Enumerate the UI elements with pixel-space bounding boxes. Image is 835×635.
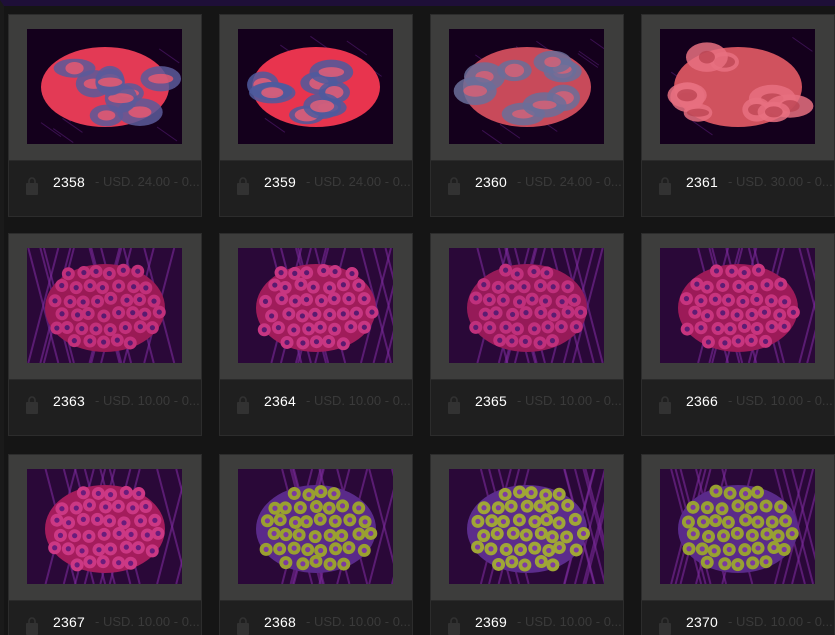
lot-number[interactable]: 2365	[475, 393, 507, 409]
lot-card[interactable]: 2369 - USD. 10.00 - 0...	[430, 454, 624, 635]
lot-number[interactable]: 2363	[53, 393, 85, 409]
lot-card[interactable]: 2359 - USD. 24.00 - 0...	[219, 14, 413, 217]
cart-icon[interactable]	[23, 177, 41, 197]
coral-photo[interactable]	[238, 469, 393, 584]
cart-icon[interactable]	[656, 617, 674, 635]
coral-photo[interactable]	[660, 469, 815, 584]
cart-icon[interactable]	[656, 177, 674, 197]
lot-number[interactable]: 2367	[53, 614, 85, 630]
lot-price: - USD. 10.00 - 0...	[728, 393, 833, 408]
thumbnail-frame	[9, 15, 201, 161]
lot-card[interactable]: 2358 - USD. 24.00 - 0...	[8, 14, 202, 217]
lot-number[interactable]: 2364	[264, 393, 296, 409]
coral-photo[interactable]	[449, 29, 604, 144]
lot-number[interactable]: 2368	[264, 614, 296, 630]
lot-card[interactable]: 2370 - USD. 10.00 - 0...	[641, 454, 835, 635]
lot-card[interactable]: 2367 - USD. 10.00 - 0...	[8, 454, 202, 635]
coral-photo[interactable]	[660, 248, 815, 363]
thumbnail-frame	[9, 234, 201, 380]
lot-price: - USD. 24.00 - 0...	[306, 174, 411, 189]
cart-icon[interactable]	[445, 617, 463, 635]
lot-caption: 2358 - USD. 24.00 - 0...	[9, 161, 201, 216]
cart-icon[interactable]	[23, 617, 41, 635]
thumbnail-frame	[431, 15, 623, 161]
thumbnail-frame	[642, 15, 834, 161]
lot-caption: 2359 - USD. 24.00 - 0...	[220, 161, 412, 216]
cart-icon[interactable]	[234, 617, 252, 635]
lot-card[interactable]: 2360 - USD. 24.00 - 0...	[430, 14, 624, 217]
coral-photo[interactable]	[660, 29, 815, 144]
lot-caption: 2363 - USD. 10.00 - 0...	[9, 380, 201, 435]
lot-caption: 2367 - USD. 10.00 - 0...	[9, 601, 201, 635]
thumbnail-frame	[642, 234, 834, 380]
cart-icon[interactable]	[234, 177, 252, 197]
lot-number[interactable]: 2369	[475, 614, 507, 630]
lot-number[interactable]: 2358	[53, 174, 85, 190]
lot-price: - USD. 10.00 - 0...	[517, 614, 622, 629]
coral-photo[interactable]	[449, 248, 604, 363]
lot-price: - USD. 10.00 - 0...	[517, 393, 622, 408]
lot-number[interactable]: 2370	[686, 614, 718, 630]
cart-icon[interactable]	[234, 396, 252, 416]
cart-icon[interactable]	[445, 177, 463, 197]
lot-card[interactable]: 2366 - USD. 10.00 - 0...	[641, 233, 835, 436]
coral-photo[interactable]	[238, 248, 393, 363]
lot-price: - USD. 10.00 - 0...	[728, 614, 833, 629]
lot-caption: 2366 - USD. 10.00 - 0...	[642, 380, 834, 435]
lot-price: - USD. 10.00 - 0...	[306, 614, 411, 629]
thumbnail-frame	[431, 455, 623, 601]
lot-caption: 2369 - USD. 10.00 - 0...	[431, 601, 623, 635]
lot-price: - USD. 10.00 - 0...	[306, 393, 411, 408]
thumbnail-frame	[431, 234, 623, 380]
lot-price: - USD. 30.00 - 0...	[728, 174, 833, 189]
thumbnail-frame	[220, 455, 412, 601]
lot-caption: 2360 - USD. 24.00 - 0...	[431, 161, 623, 216]
coral-photo[interactable]	[27, 469, 182, 584]
coral-photo[interactable]	[238, 29, 393, 144]
coral-photo[interactable]	[27, 29, 182, 144]
lot-price: - USD. 24.00 - 0...	[517, 174, 622, 189]
lot-caption: 2370 - USD. 10.00 - 0...	[642, 601, 834, 635]
thumbnail-frame	[220, 234, 412, 380]
lot-caption: 2361 - USD. 30.00 - 0...	[642, 161, 834, 216]
lot-card[interactable]: 2364 - USD. 10.00 - 0...	[219, 233, 413, 436]
lot-number[interactable]: 2366	[686, 393, 718, 409]
lot-card[interactable]: 2368 - USD. 10.00 - 0...	[219, 454, 413, 635]
page: 2358 - USD. 24.00 - 0... 2359 - USD. 24.00 …	[0, 0, 835, 635]
lot-number[interactable]: 2360	[475, 174, 507, 190]
lot-caption: 2364 - USD. 10.00 - 0...	[220, 380, 412, 435]
coral-photo[interactable]	[27, 248, 182, 363]
cart-icon[interactable]	[23, 396, 41, 416]
lot-card[interactable]: 2361 - USD. 30.00 - 0...	[641, 14, 835, 217]
lot-price: - USD. 24.00 - 0...	[95, 174, 200, 189]
lot-number[interactable]: 2361	[686, 174, 718, 190]
lot-price: - USD. 10.00 - 0...	[95, 614, 200, 629]
thumbnail-frame	[220, 15, 412, 161]
lot-card[interactable]: 2365 - USD. 10.00 - 0...	[430, 233, 624, 436]
thumbnail-frame	[9, 455, 201, 601]
coral-photo[interactable]	[449, 469, 604, 584]
lot-caption: 2365 - USD. 10.00 - 0...	[431, 380, 623, 435]
cart-icon[interactable]	[445, 396, 463, 416]
lot-price: - USD. 10.00 - 0...	[95, 393, 200, 408]
cart-icon[interactable]	[656, 396, 674, 416]
lot-number[interactable]: 2359	[264, 174, 296, 190]
lot-caption: 2368 - USD. 10.00 - 0...	[220, 601, 412, 635]
lot-card[interactable]: 2363 - USD. 10.00 - 0...	[8, 233, 202, 436]
thumbnail-frame	[642, 455, 834, 601]
